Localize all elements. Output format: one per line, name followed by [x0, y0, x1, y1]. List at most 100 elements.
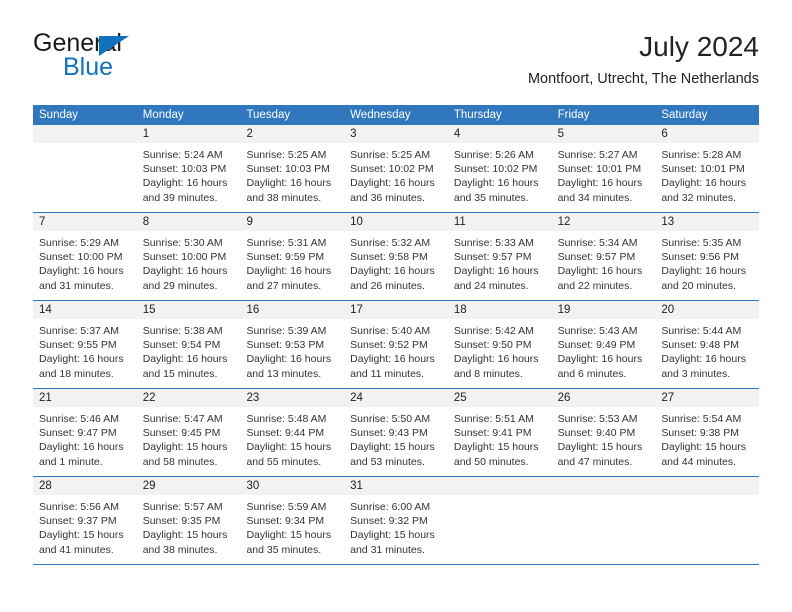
day-info-line: Sunset: 9:45 PM	[142, 427, 221, 440]
calendar-day-cell[interactable]: 5 Sunrise: 5:27 AM Sunset: 10:01 PM Dayligh…	[551, 125, 656, 212]
day-info-line: Sunset: 9:35 PM	[142, 515, 221, 528]
calendar-week-row: 7 Sunrise: 5:29 AM Sunset: 10:00 PM Dayligh…	[33, 213, 760, 301]
day-info-line: Sunrise: 5:32 AM	[350, 237, 431, 249]
day-info-line: Sunrise: 5:40 AM	[350, 325, 431, 337]
day-number: 9	[240, 213, 345, 231]
calendar-day-cell[interactable]: 13 Sunrise: 5:35 AM Sunset: 9:56 PM Dayligh…	[655, 213, 760, 300]
day-info-line: Sunset: 9:44 PM	[246, 427, 325, 440]
day-info-line: Sunrise: 5:25 AM	[350, 149, 431, 161]
calendar-week-row: 1 Sunrise: 5:24 AM Sunset: 10:03 PM Dayligh…	[33, 125, 760, 213]
calendar-day-cell[interactable]: 9 Sunrise: 5:31 AM Sunset: 9:59 PM Daylight…	[240, 213, 345, 300]
day-info-line: Sunset: 9:38 PM	[661, 427, 739, 440]
day-number: 7	[33, 213, 137, 231]
calendar-day-cell[interactable]: 3 Sunrise: 5:25 AM Sunset: 10:02 PM Dayligh…	[344, 125, 448, 212]
calendar-day-cell[interactable]: 31 Sunrise: 6:00 AM Sunset: 9:32 PM Dayligh…	[344, 477, 448, 564]
day-info-line: Sunset: 9:50 PM	[453, 339, 532, 352]
day-info-line: Daylight: 15 hours	[246, 441, 332, 454]
day-sun-info: Sunrise: 5:34 AM Sunset: 9:57 PM Daylight:…	[552, 231, 656, 293]
calendar-day-cell[interactable]: 10 Sunrise: 5:32 AM Sunset: 9:58 PM Dayligh…	[344, 213, 448, 300]
day-info-line: Daylight: 16 hours	[350, 265, 435, 278]
day-sun-info: Sunrise: 5:32 AM Sunset: 9:58 PM Daylight:…	[344, 231, 448, 293]
calendar-day-cell[interactable]: 30 Sunrise: 5:59 AM Sunset: 9:34 PM Dayligh…	[240, 477, 345, 564]
calendar-day-cell[interactable]: 25 Sunrise: 5:51 AM Sunset: 9:41 PM Dayligh…	[447, 389, 552, 476]
day-number: 29	[136, 477, 241, 495]
calendar-day-cell[interactable]: 23 Sunrise: 5:48 AM Sunset: 9:44 PM Dayligh…	[240, 389, 345, 476]
day-info-line: Daylight: 16 hours	[350, 353, 435, 366]
day-info-line: Daylight: 15 hours	[350, 441, 435, 454]
calendar-day-cell[interactable]: 21 Sunrise: 5:46 AM Sunset: 9:47 PM Dayligh…	[33, 389, 137, 476]
calendar-day-cell[interactable]: 29 Sunrise: 5:57 AM Sunset: 9:35 PM Dayligh…	[136, 477, 241, 564]
day-info-line: Daylight: 16 hours	[350, 177, 435, 190]
day-number: 15	[136, 301, 241, 319]
day-info-line: and 1 minute.	[39, 455, 103, 468]
logo-text-blue: Blue	[63, 53, 114, 81]
calendar-day-cell[interactable]: 14 Sunrise: 5:37 AM Sunset: 9:55 PM Dayligh…	[33, 301, 137, 388]
day-number: 31	[344, 477, 448, 495]
day-number: 17	[344, 301, 448, 319]
day-number: 12	[551, 213, 656, 231]
calendar-day-cell[interactable]: 22 Sunrise: 5:47 AM Sunset: 9:45 PM Dayligh…	[136, 389, 241, 476]
calendar-day-cell-empty	[33, 125, 137, 212]
day-sun-info: Sunrise: 5:35 AM Sunset: 9:56 PM Daylight:…	[655, 231, 759, 293]
day-sun-info: Sunrise: 5:44 AM Sunset: 9:48 PM Daylight:…	[655, 319, 759, 381]
day-info-line: Daylight: 15 hours	[39, 529, 124, 542]
day-info-line: and 8 minutes.	[453, 367, 523, 380]
calendar-day-cell[interactable]: 6 Sunrise: 5:28 AM Sunset: 10:01 PM Dayligh…	[655, 125, 760, 212]
day-info-line: Daylight: 15 hours	[142, 441, 228, 454]
day-info-line: and 55 minutes.	[246, 455, 322, 468]
day-number: 8	[136, 213, 241, 231]
calendar-day-cell[interactable]: 1 Sunrise: 5:24 AM Sunset: 10:03 PM Dayligh…	[136, 125, 241, 212]
calendar-day-cell[interactable]: 26 Sunrise: 5:53 AM Sunset: 9:40 PM Dayligh…	[551, 389, 656, 476]
day-info-line: Sunset: 9:49 PM	[557, 339, 636, 352]
day-sun-info: Sunrise: 5:40 AM Sunset: 9:52 PM Daylight:…	[344, 319, 448, 381]
day-info-line: and 31 minutes.	[350, 543, 425, 556]
day-number: 25	[447, 389, 552, 407]
calendar-day-cell[interactable]: 17 Sunrise: 5:40 AM Sunset: 9:52 PM Dayligh…	[344, 301, 448, 388]
calendar-day-cell[interactable]: 4 Sunrise: 5:26 AM Sunset: 10:02 PM Dayligh…	[447, 125, 552, 212]
day-number: 22	[136, 389, 241, 407]
day-info-line: Sunrise: 5:42 AM	[453, 325, 534, 337]
calendar-day-cell[interactable]: 16 Sunrise: 5:39 AM Sunset: 9:53 PM Dayligh…	[240, 301, 345, 388]
day-info-line: Daylight: 15 hours	[453, 441, 539, 454]
day-info-line: and 18 minutes.	[39, 367, 114, 380]
day-info-line: Sunset: 9:55 PM	[39, 339, 117, 352]
page-title: July 2024	[639, 31, 759, 62]
calendar-day-cell[interactable]: 27 Sunrise: 5:54 AM Sunset: 9:38 PM Dayligh…	[655, 389, 760, 476]
day-sun-info: Sunrise: 5:33 AM Sunset: 9:57 PM Daylight:…	[448, 231, 552, 293]
day-info-line: Sunset: 9:58 PM	[350, 251, 428, 264]
calendar-day-cell[interactable]: 28 Sunrise: 5:56 AM Sunset: 9:37 PM Dayligh…	[33, 477, 137, 564]
day-info-line: and 27 minutes.	[246, 279, 322, 292]
day-sun-info	[552, 495, 656, 500]
calendar-day-cell[interactable]: 7 Sunrise: 5:29 AM Sunset: 10:00 PM Dayligh…	[33, 213, 137, 300]
day-info-line: Sunrise: 5:28 AM	[661, 149, 742, 161]
day-info-line: Sunrise: 5:47 AM	[142, 413, 223, 425]
calendar-day-cell[interactable]: 2 Sunrise: 5:25 AM Sunset: 10:03 PM Dayligh…	[240, 125, 345, 212]
day-info-line: Sunrise: 5:35 AM	[661, 237, 742, 249]
calendar-day-cell[interactable]: 20 Sunrise: 5:44 AM Sunset: 9:48 PM Dayligh…	[655, 301, 760, 388]
logo[interactable]: General Blue	[33, 30, 233, 88]
day-info-line: Sunrise: 5:59 AM	[246, 501, 327, 513]
calendar-day-cell-empty	[655, 477, 760, 564]
day-info-line: Daylight: 16 hours	[39, 265, 124, 278]
day-info-line: and 3 minutes.	[661, 367, 731, 380]
calendar-day-cell[interactable]: 15 Sunrise: 5:38 AM Sunset: 9:54 PM Dayligh…	[136, 301, 241, 388]
calendar-day-cell[interactable]: 18 Sunrise: 5:42 AM Sunset: 9:50 PM Dayligh…	[447, 301, 552, 388]
day-info-line: Daylight: 16 hours	[39, 353, 124, 366]
day-info-line: and 26 minutes.	[350, 279, 425, 292]
day-info-line: Sunset: 10:02 PM	[350, 163, 434, 176]
day-number	[33, 125, 137, 143]
calendar-day-cell[interactable]: 11 Sunrise: 5:33 AM Sunset: 9:57 PM Dayligh…	[447, 213, 552, 300]
calendar-day-cell[interactable]: 24 Sunrise: 5:50 AM Sunset: 9:43 PM Dayligh…	[344, 389, 448, 476]
day-info-line: Daylight: 16 hours	[246, 177, 332, 190]
day-info-line: Sunrise: 5:54 AM	[661, 413, 742, 425]
day-info-line: and 41 minutes.	[39, 543, 114, 556]
day-info-line: Sunrise: 5:48 AM	[246, 413, 327, 425]
calendar-day-cell[interactable]: 12 Sunrise: 5:34 AM Sunset: 9:57 PM Dayligh…	[551, 213, 656, 300]
calendar-day-cell[interactable]: 19 Sunrise: 5:43 AM Sunset: 9:49 PM Dayligh…	[551, 301, 656, 388]
day-number	[655, 477, 760, 495]
day-sun-info	[448, 495, 552, 500]
calendar-day-cell[interactable]: 8 Sunrise: 5:30 AM Sunset: 10:00 PM Dayligh…	[136, 213, 241, 300]
day-info-line: and 50 minutes.	[453, 455, 529, 468]
day-sun-info: Sunrise: 5:56 AM Sunset: 9:37 PM Daylight:…	[33, 495, 137, 557]
day-sun-info: Sunrise: 5:24 AM Sunset: 10:03 PM Daylight…	[137, 143, 241, 205]
